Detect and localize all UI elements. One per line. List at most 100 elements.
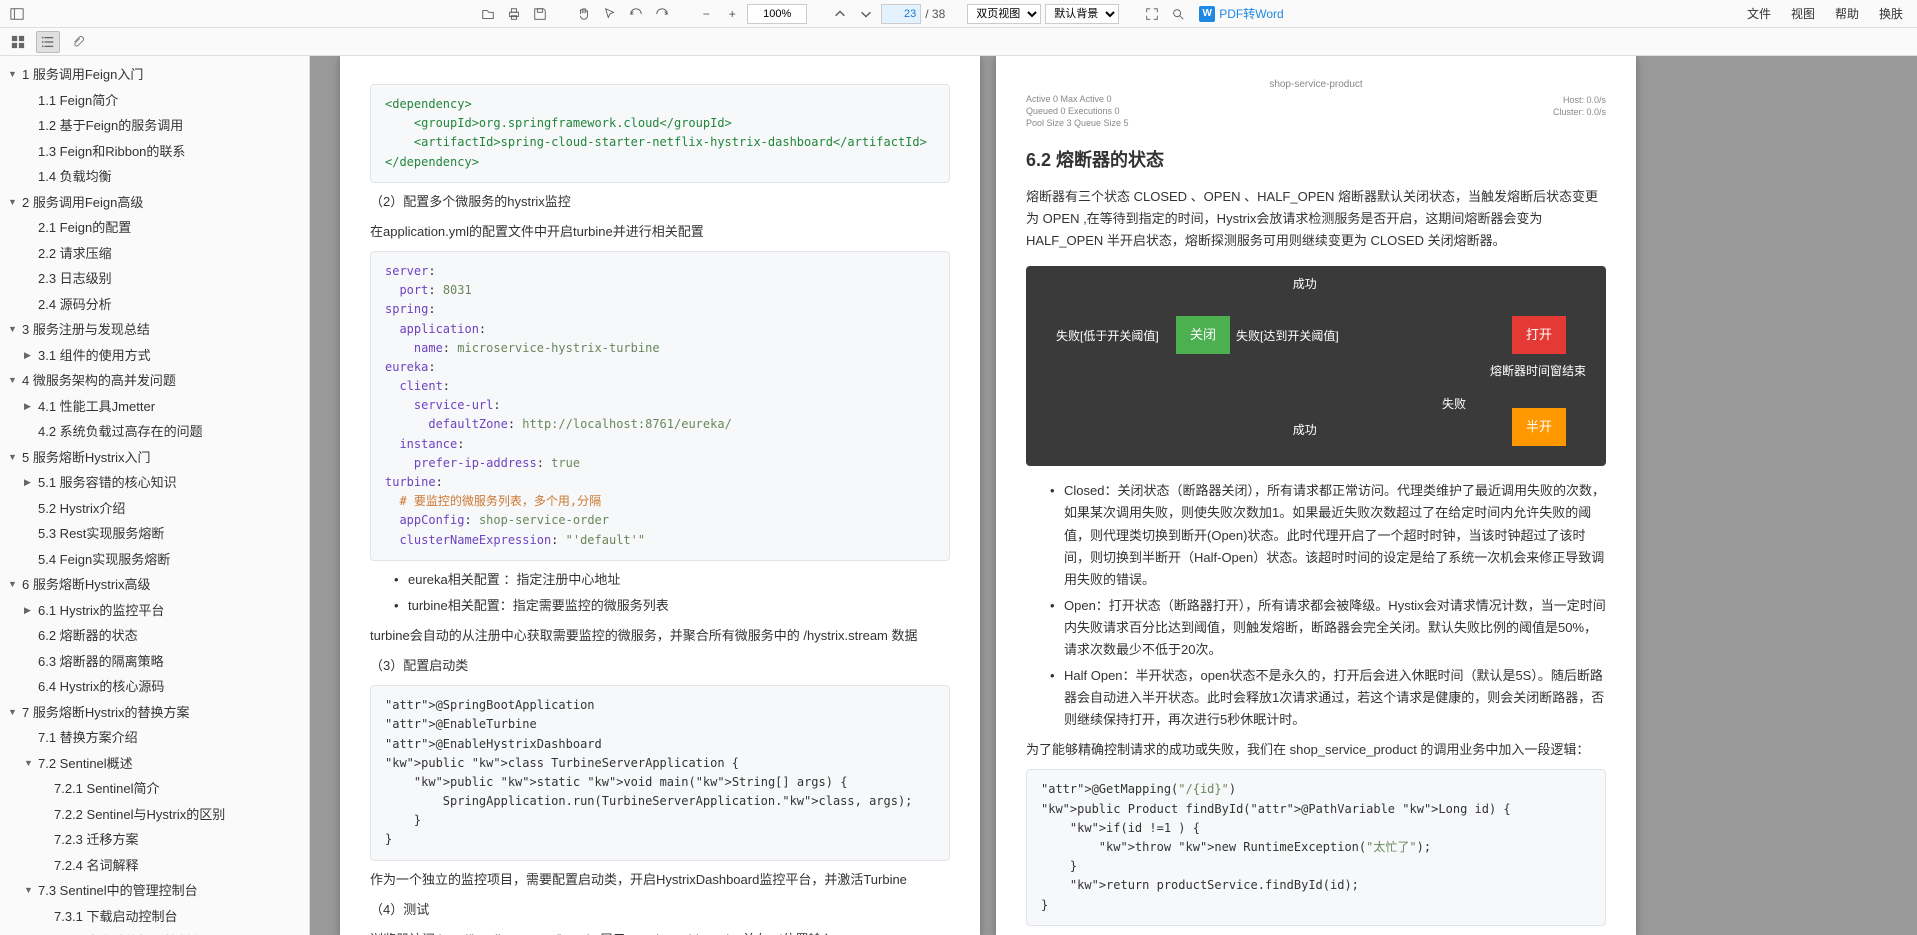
outline-item[interactable]: ▼4 微服务架构的高并发问题 [0,368,309,394]
zoom-out-icon[interactable]: − [695,3,717,25]
outline-item[interactable]: 2.1 Feign的配置 [0,215,309,241]
state-diagram: 成功 失败[低于开关阈值] 关闭 失败[达到开关阈值] 打开 熔断器时间窗结束 … [1026,266,1606,466]
chevron-icon: ▶ [24,400,34,414]
cursor-icon[interactable] [599,3,621,25]
outline-label: 1.1 Feign简介 [38,91,118,111]
outline-label: 5.3 Rest实现服务熔断 [38,524,164,544]
diag-box-halfopen: 半开 [1512,408,1566,446]
outline-label: 7.2.3 迁移方案 [54,830,139,850]
outline-sidebar[interactable]: ▼1 服务调用Feign入门1.1 Feign简介1.2 基于Feign的服务调… [0,56,310,935]
chevron-icon: ▼ [24,757,34,771]
outline-item[interactable]: ▶3.1 组件的使用方式 [0,343,309,369]
outline-label: 1.4 负载均衡 [38,167,112,187]
menu-help[interactable]: 帮助 [1827,2,1867,25]
para-states: 熔断器有三个状态 CLOSED 、OPEN 、HALF_OPEN 熔断器默认关闭… [1026,186,1606,252]
outline-item[interactable]: 6.3 熔断器的隔离策略 [0,649,309,675]
outline-label: 7.2.4 名词解释 [54,856,139,876]
outline-item[interactable]: 5.3 Rest实现服务熔断 [0,521,309,547]
outline-item[interactable]: 1.3 Feign和Ribbon的联系 [0,139,309,165]
outline-tab-icon[interactable] [36,31,60,53]
outline-item[interactable]: 7.3.1 下载启动控制台 [0,904,309,930]
outline-label: 6.1 Hystrix的监控平台 [38,601,164,621]
outline-item[interactable]: ▶5.1 服务容错的核心知识 [0,470,309,496]
outline-item[interactable]: 7.2.1 Sentinel简介 [0,776,309,802]
outline-item[interactable]: 7.1 替换方案介绍 [0,725,309,751]
outline-item[interactable]: ▼ 2 服务调用Feign高级 [0,190,309,216]
outline-item[interactable]: ▼3 服务注册与发现总结 [0,317,309,343]
outline-label: 6 服务熔断Hystrix高级 [22,575,151,595]
pdf-to-word-button[interactable]: W PDF转Word [1193,3,1289,24]
outline-item[interactable]: ▼ 6 服务熔断Hystrix高级 [0,572,309,598]
bullet-closed: Closed：关闭状态（断路器关闭），所有请求都正常访问。代理类维护了最近调用失… [1050,480,1606,590]
outline-item[interactable]: ▼5 服务熔断Hystrix入门 [0,445,309,471]
zoom-in-icon[interactable]: + [721,3,743,25]
outline-item[interactable]: ▼7.2 Sentinel概述 [0,751,309,777]
outline-item[interactable]: 4.2 系统负载过高存在的问题 [0,419,309,445]
outline-item[interactable]: 1.1 Feign简介 [0,88,309,114]
para-yml-desc: 在application.yml的配置文件中开启turbine并进行相关配置 [370,221,950,243]
outline-item[interactable]: ▶4.1 性能工具Jmetter [0,394,309,420]
outline-label: 2.4 源码分析 [38,295,112,315]
search-icon[interactable] [1167,3,1189,25]
diag-label-fail-high: 失败[达到开关阈值] [1236,326,1339,346]
chevron-icon: ▼ [8,578,18,592]
menu-view[interactable]: 视图 [1783,2,1823,25]
main-toolbar: − + / 38 双页视图 默认背景 W PDF转Word 文件 视图 帮助 换… [0,0,1917,28]
redo-icon[interactable] [651,3,673,25]
outline-item[interactable]: 7.2.4 名词解释 [0,853,309,879]
sidebar-toggle-icon[interactable] [6,3,28,25]
menu-skin[interactable]: 换肤 [1871,2,1911,25]
open-icon[interactable] [477,3,499,25]
outline-label: 7.3.1 下载启动控制台 [54,907,178,927]
outline-label: 2 服务调用Feign高级 [22,193,143,213]
background-select[interactable]: 默认背景 [1045,4,1119,24]
outline-item[interactable]: ▶ 6.1 Hystrix的监控平台 [0,598,309,624]
document-viewer[interactable]: <dependency> <groupId>org.springframewor… [310,56,1917,935]
outline-label: 2.1 Feign的配置 [38,218,131,238]
page-down-icon[interactable] [855,3,877,25]
outline-item[interactable]: 7.2.2 Sentinel与Hystrix的区别 [0,802,309,828]
outline-label: 5.1 服务容错的核心知识 [38,473,177,493]
word-badge-icon: W [1199,6,1215,22]
undo-icon[interactable] [625,3,647,25]
outline-label: 1.2 基于Feign的服务调用 [38,116,183,136]
outline-label: 6.2 熔断器的状态 [38,626,138,646]
outline-item[interactable]: 7.2.3 迁移方案 [0,827,309,853]
code-java-findbyid: "attr">@GetMapping("/{id}") "kw">public … [1026,769,1606,925]
outline-item[interactable]: 2.3 日志级别 [0,266,309,292]
zoom-input[interactable] [747,4,807,24]
outline-label: 1 服务调用Feign入门 [22,65,143,85]
page-input[interactable] [881,4,921,24]
outline-item[interactable]: 1.4 负载均衡 [0,164,309,190]
chevron-icon: ▶ [24,604,34,618]
page-up-icon[interactable] [829,3,851,25]
para-control: 为了能够精确控制请求的成功或失败，我们在 shop_service_produc… [1026,739,1606,761]
outline-item[interactable]: 5.4 Feign实现服务熔断 [0,547,309,573]
outline-label: 2.3 日志级别 [38,269,112,289]
outline-label: 7 服务熔断Hystrix的替换方案 [22,703,190,723]
outline-item[interactable]: 7.3.2 客户端能接入控制台 [0,929,309,935]
outline-item[interactable]: 2.2 请求压缩 [0,241,309,267]
chevron-icon: ▼ [8,196,18,210]
attachments-tab-icon[interactable] [66,31,90,53]
thumbnails-tab-icon[interactable] [6,31,30,53]
fullscreen-icon[interactable] [1141,3,1163,25]
chevron-icon: ▼ [8,706,18,720]
print-icon[interactable] [503,3,525,25]
outline-item[interactable]: 6.4 Hystrix的核心源码 [0,674,309,700]
outline-item[interactable]: 1.2 基于Feign的服务调用 [0,113,309,139]
hand-icon[interactable] [573,3,595,25]
outline-item[interactable]: 6.2 熔断器的状态 [0,623,309,649]
save-icon[interactable] [529,3,551,25]
diag-label-window: 熔断器时间窗结束 [1490,361,1586,381]
outline-item[interactable]: ▼7.3 Sentinel中的管理控制台 [0,878,309,904]
chevron-icon: ▶ [24,349,34,363]
view-mode-select[interactable]: 双页视图 [967,4,1041,24]
outline-item[interactable]: 2.4 源码分析 [0,292,309,318]
outline-item[interactable]: ▼1 服务调用Feign入门 [0,62,309,88]
outline-item[interactable]: ▼ 7 服务熔断Hystrix的替换方案 [0,700,309,726]
sidebar-tabs [0,28,1917,56]
outline-label: 7.2.1 Sentinel简介 [54,779,160,799]
outline-item[interactable]: 5.2 Hystrix介绍 [0,496,309,522]
menu-file[interactable]: 文件 [1739,2,1779,25]
